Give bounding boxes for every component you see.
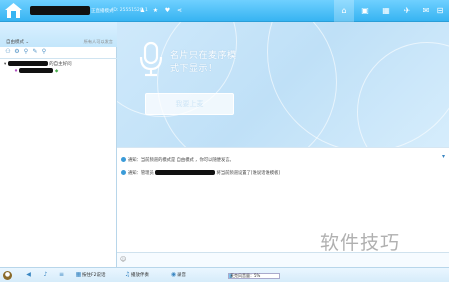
notice-suffix: 将当前频道设置了[谁说话谁模板] — [216, 171, 281, 176]
admin-name-redacted — [155, 170, 216, 175]
music-icon: ♫ — [124, 271, 131, 278]
home-icon: ⌂ — [341, 6, 347, 15]
notice-text: 通知：当前频道的模式是 自由模式 ，你可以随便发言。 — [128, 158, 234, 163]
mode-text: 正直播模式 — [91, 9, 114, 14]
avatar[interactable]: ● — [3, 271, 12, 280]
left-panel: 自由模式 ⌄ 所有人可以发言 ⚇ ⚙ ⚲ ✎ ⚲ ▾ 的自主好问 ♦ ◆ — [0, 22, 117, 267]
play-accompaniment-button[interactable]: ♫播放伴奏 — [124, 271, 149, 280]
person-icon[interactable]: ⚇ — [4, 48, 12, 56]
record-button[interactable]: ◉录音 — [170, 271, 186, 280]
apps-button[interactable]: ▦ — [376, 0, 396, 22]
left-panel-header: 自由模式 ⌄ 所有人可以发言 — [0, 22, 117, 47]
video-stage: 名片只在麦序模 式下显示！ 我要上麦 — [117, 22, 449, 147]
bottom-toolbar: ● ◀ ♪ ≡ ▦按住F2说话 ♫播放伴奏 ◉录音 麦克风音量：5% — [0, 267, 449, 282]
left-toolbar: ⚇ ⚙ ⚲ ✎ ⚲ — [4, 48, 49, 58]
divider — [0, 58, 117, 59]
tools-button[interactable]: ✈ — [397, 0, 417, 22]
board-button[interactable]: ▣ — [355, 0, 375, 22]
notice-message: 通知：管理员 将当前频道设置了[谁说话谁模板] — [121, 170, 280, 176]
stage-message-line2: 式下显示！ — [170, 64, 218, 74]
record-icon: ◉ — [170, 271, 177, 278]
grid-icon: ▦ — [382, 6, 390, 15]
online-count: 1 — [145, 8, 148, 13]
vip-icon: ◆ — [54, 69, 59, 74]
user-list-item[interactable]: ♦ ◆ — [14, 68, 58, 74]
notice-icon — [121, 170, 126, 175]
square-icon: ▣ — [361, 6, 369, 15]
share-icon[interactable]: ⋖ — [176, 7, 183, 14]
microphone-icon — [139, 41, 163, 77]
mic-volume-label: 麦克风音量：5% — [230, 273, 261, 278]
settings-icon[interactable]: ⚙ — [13, 48, 21, 56]
channel-name-redacted — [30, 6, 90, 15]
tool-icon: ✈ — [403, 6, 411, 15]
expand-icon[interactable]: ▾ — [4, 62, 6, 67]
pin-icon[interactable]: ⚲ — [22, 48, 30, 56]
heart-icon[interactable]: ♥ — [164, 7, 171, 14]
notice-icon — [121, 157, 126, 162]
notice-message: 通知：当前频道的模式是 自由模式 ，你可以随便发言。 — [121, 157, 234, 163]
user-name-redacted — [19, 68, 54, 73]
channel-owner-row[interactable]: ▾ 的自主好问 — [4, 61, 72, 67]
watermark: 软件技巧 — [320, 232, 401, 254]
search-icon[interactable]: ⚲ — [40, 48, 48, 56]
owner-suffix: 的自主好问 — [49, 62, 72, 67]
owner-name-redacted — [7, 61, 48, 66]
join-mic-button[interactable]: 我要上麦 — [145, 93, 234, 115]
scroll-down-icon[interactable]: ▾ — [442, 153, 448, 160]
speaker-icon[interactable]: ◀ — [25, 271, 32, 280]
mode-hint: 所有人可以发言 — [83, 39, 113, 44]
title-bar: 正直播模式 ID: 25551520 ♟ 1 ★ ♥ ⋖ ⌂ ▣ ▦ ✈ ✉ ⊟ — [0, 0, 449, 22]
home-button[interactable]: ⌂ — [334, 0, 354, 22]
mic-icon[interactable]: ♪ — [42, 271, 49, 280]
stage-message-line1: 名片只在麦序模 — [170, 51, 237, 61]
equalizer-icon[interactable]: ≡ — [58, 271, 65, 280]
edit-icon[interactable]: ✎ — [31, 48, 39, 56]
grid-icon: ▦ — [75, 271, 82, 278]
push-to-talk-button[interactable]: ▦按住F2说话 — [75, 271, 106, 280]
info-button[interactable]: ⊟ — [432, 0, 448, 22]
notice-prefix: 通知：管理员 — [128, 171, 154, 176]
user-badge-icon: ♦ — [14, 69, 19, 74]
emoji-icon[interactable]: ☺ — [120, 256, 126, 263]
chat-icon: ✉ — [422, 6, 430, 15]
star-icon[interactable]: ★ — [152, 7, 159, 14]
mode-select[interactable]: 自由模式 ⌄ — [6, 39, 29, 45]
info-icon: ⊟ — [436, 6, 444, 15]
home-logo-icon — [5, 3, 22, 18]
